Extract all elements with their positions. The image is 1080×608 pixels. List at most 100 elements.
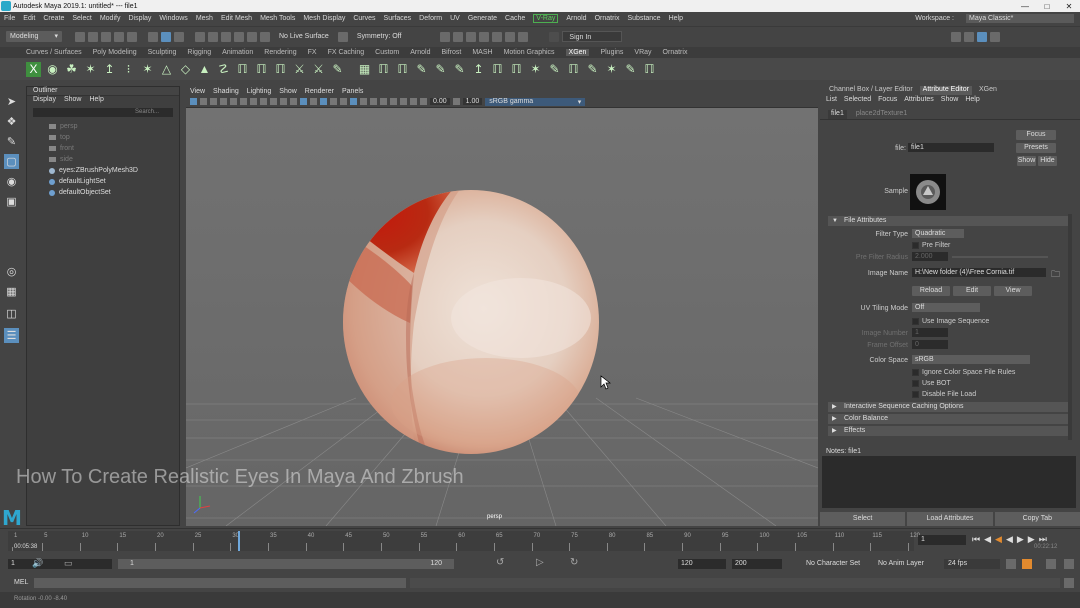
notes-textarea[interactable] <box>822 456 1076 508</box>
motion-blur-icon[interactable] <box>360 98 367 105</box>
xgen-tool-14-icon[interactable]: ✎ <box>623 62 638 77</box>
xgen-lock-icon[interactable]: △ <box>159 62 174 77</box>
move-tool-icon[interactable]: ▢ <box>4 154 19 169</box>
outliner-item[interactable]: top <box>27 132 179 143</box>
menu-modify[interactable]: Modify <box>100 15 121 22</box>
tab-channel-box[interactable]: Channel Box / Layer Editor <box>826 86 916 95</box>
image-plane-icon[interactable] <box>220 98 227 105</box>
sound-icon[interactable]: 🔊 <box>32 558 43 569</box>
outliner-menu-help[interactable]: Help <box>89 96 103 106</box>
ambient-occlusion-icon[interactable] <box>350 98 357 105</box>
shelf-tab[interactable]: VRay <box>634 49 651 56</box>
play-backward-icon[interactable]: ◀ <box>1006 534 1013 545</box>
layout-icon-4[interactable] <box>990 31 1001 42</box>
menu-create[interactable]: Create <box>43 15 64 22</box>
hypershade-icon[interactable] <box>492 31 503 42</box>
menu-mesh-display[interactable]: Mesh Display <box>303 15 345 22</box>
ae-menu-show[interactable]: Show <box>941 96 959 106</box>
menu-edit-mesh[interactable]: Edit Mesh <box>221 15 252 22</box>
gamma-field[interactable]: 1.00 <box>462 98 483 105</box>
color-space-ae-dropdown[interactable]: sRGB <box>912 355 1030 364</box>
xgen-tool-2-icon[interactable]: ℿ <box>395 62 410 77</box>
symmetry-label[interactable]: Symmetry: Off <box>357 33 402 40</box>
play-icon[interactable]: ▷ <box>536 557 544 568</box>
viewport-menu-view[interactable]: View <box>190 88 205 95</box>
node-tab-place2dtexture[interactable]: place2dTexture1 <box>853 110 910 119</box>
four-pane-layout-icon[interactable]: ▦ <box>4 284 19 299</box>
outliner-search-input[interactable]: Search... <box>33 108 173 117</box>
fast-forward-icon[interactable]: ↻ <box>570 557 578 568</box>
viewport-menu-shading[interactable]: Shading <box>213 88 239 95</box>
resolution-gate-icon[interactable] <box>250 98 257 105</box>
redo-icon[interactable] <box>127 31 137 42</box>
show-button[interactable]: Show <box>1017 156 1036 166</box>
shelf-tab[interactable]: Rendering <box>264 49 296 56</box>
smooth-shade-icon[interactable] <box>310 98 317 105</box>
xgen-comb-icon[interactable]: ✶ <box>140 62 155 77</box>
xgen-paint-icon[interactable]: ⁝ <box>121 62 136 77</box>
command-input[interactable] <box>34 578 406 588</box>
xgen-tool-13-icon[interactable]: ✶ <box>604 62 619 77</box>
menuset-dropdown[interactable]: Modeling ▾ <box>6 31 62 42</box>
xgen-groom-icon[interactable]: ☘ <box>64 62 79 77</box>
open-scene-icon[interactable] <box>88 31 98 42</box>
snap-point-icon[interactable] <box>221 31 231 42</box>
shelf-tab[interactable]: Ornatrix <box>663 49 688 56</box>
vray-pause-icon[interactable] <box>518 31 529 42</box>
snap-plane-icon[interactable] <box>234 31 244 42</box>
folder-browse-icon[interactable]: 🗀 <box>1051 267 1060 283</box>
menu-display[interactable]: Display <box>128 15 151 22</box>
character-set-dropdown[interactable]: No Character Set <box>802 559 860 569</box>
loop-toggle-icon[interactable] <box>1006 559 1016 569</box>
select-tool-icon[interactable]: ➤ <box>4 94 19 109</box>
outliner-menu-display[interactable]: Display <box>33 96 56 106</box>
ae-menu-help[interactable]: Help <box>965 96 979 106</box>
xgen-brush-5-icon[interactable]: ⚔ <box>311 62 326 77</box>
fps-dropdown[interactable]: 24 fps <box>944 559 1000 569</box>
new-scene-icon[interactable] <box>75 31 85 42</box>
xgen-tool-15-icon[interactable]: ℿ <box>642 62 657 77</box>
menu-arnold[interactable]: Arnold <box>566 15 586 22</box>
ae-menu-list[interactable]: List <box>826 96 837 106</box>
xgen-tool-4-icon[interactable]: ✎ <box>433 62 448 77</box>
xgen-cut-icon[interactable]: ☡ <box>216 62 231 77</box>
ignore-cs-rules-checkbox[interactable] <box>912 369 919 376</box>
minimize-icon[interactable]: — <box>1014 0 1036 12</box>
menu-mesh-tools[interactable]: Mesh Tools <box>260 15 295 22</box>
menu-uv[interactable]: UV <box>450 15 460 22</box>
xgen-guides-icon[interactable]: ▦ <box>357 62 372 77</box>
ae-menu-selected[interactable]: Selected <box>844 96 871 106</box>
safe-title-icon[interactable] <box>290 98 297 105</box>
isolate-select-icon[interactable] <box>390 98 397 105</box>
menu-generate[interactable]: Generate <box>468 15 497 22</box>
shadows-icon[interactable] <box>340 98 347 105</box>
menu-edit[interactable]: Edit <box>23 15 35 22</box>
camera-select-icon[interactable] <box>190 98 197 105</box>
xgen-brush-4-icon[interactable]: ⚔ <box>292 62 307 77</box>
symmetry-icon[interactable] <box>337 31 348 42</box>
step-back-frame-icon[interactable]: ◀ <box>995 534 1002 545</box>
outliner-item[interactable]: defaultLightSet <box>27 176 179 187</box>
lasso-tool-icon[interactable]: ❖ <box>4 114 19 129</box>
shelf-tab[interactable]: Animation <box>222 49 253 56</box>
snap-grid-icon[interactable] <box>195 31 205 42</box>
xgen-description-icon[interactable]: ◉ <box>45 62 60 77</box>
anti-alias-icon[interactable] <box>370 98 377 105</box>
xray-active-icon[interactable] <box>410 98 417 105</box>
ae-menu-attributes[interactable]: Attributes <box>904 96 934 106</box>
film-gate-icon[interactable] <box>240 98 247 105</box>
menu-windows[interactable]: Windows <box>159 15 187 22</box>
viewport-menu-lighting[interactable]: Lighting <box>247 88 272 95</box>
rewind-icon[interactable]: ↺ <box>496 557 504 568</box>
step-back-key-icon[interactable]: ◀ <box>984 534 991 545</box>
textured-icon[interactable] <box>320 98 327 105</box>
viewport-menu-renderer[interactable]: Renderer <box>305 88 334 95</box>
scale-tool-icon[interactable]: ▣ <box>4 194 19 209</box>
render-frame-icon[interactable] <box>453 31 464 42</box>
outliner-item[interactable]: front <box>27 143 179 154</box>
wireframe-icon[interactable] <box>300 98 307 105</box>
xray-joints-icon[interactable] <box>420 98 427 105</box>
bookmark-icon[interactable] <box>210 98 217 105</box>
section-file-attributes[interactable]: ▼ File Attributes <box>828 216 1068 226</box>
xgen-tool-5-icon[interactable]: ✎ <box>452 62 467 77</box>
